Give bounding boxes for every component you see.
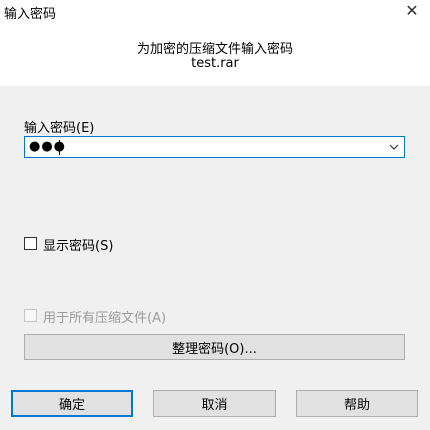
chevron-down-icon[interactable] xyxy=(388,141,400,153)
help-button[interactable]: 帮助 xyxy=(296,390,418,417)
dialog-header: 为加密的压缩文件输入密码 test.rar xyxy=(0,22,430,86)
organize-passwords-button[interactable]: 整理密码(O)... xyxy=(24,334,405,360)
password-input[interactable]: ●●● xyxy=(29,138,66,156)
show-password-label[interactable]: 显示密码(S) xyxy=(43,235,113,254)
cancel-button[interactable]: 取消 xyxy=(153,390,276,417)
password-label: 输入密码(E) xyxy=(24,121,95,136)
archive-filename: test.rar xyxy=(191,56,239,71)
ok-button[interactable]: 确定 xyxy=(11,390,133,417)
title-bar: 输入密码 ✕ xyxy=(0,0,430,22)
use-for-all-label: 用于所有压缩文件(A) xyxy=(43,311,167,326)
window-title: 输入密码 xyxy=(4,7,57,22)
password-combobox[interactable]: ●●● xyxy=(24,136,405,158)
text-caret xyxy=(59,140,60,155)
password-prompt: 为加密的压缩文件输入密码 xyxy=(136,42,293,57)
close-icon[interactable]: ✕ xyxy=(404,1,420,20)
show-password-checkbox[interactable] xyxy=(24,237,37,250)
use-for-all-checkbox xyxy=(24,309,37,322)
